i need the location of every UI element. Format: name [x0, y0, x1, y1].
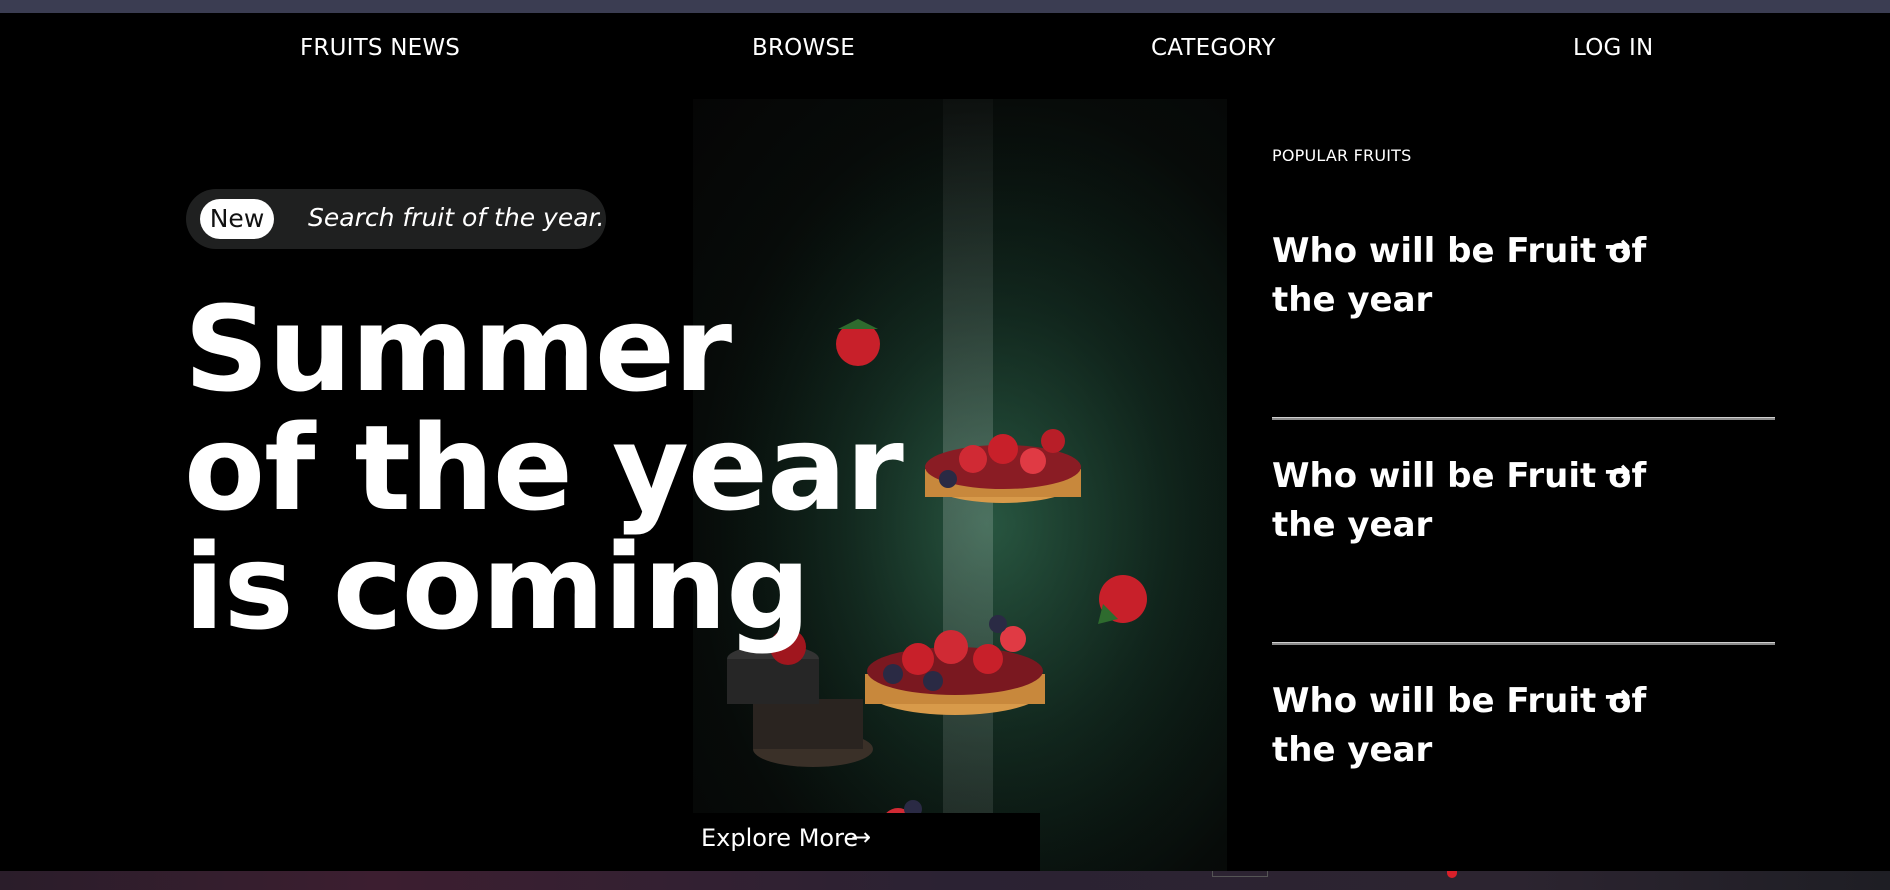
search-fruit-badge[interactable]: New Search fruit of the year. [186, 189, 606, 249]
nav-fruits-news[interactable]: FRUITS NEWS [300, 35, 460, 61]
explore-more-button[interactable]: Explore More → [693, 813, 1040, 871]
popular-fruit-title: Who will be Fruit of the year [1272, 456, 1647, 545]
divider [1272, 642, 1775, 645]
taskbar-app-icon[interactable] [1212, 871, 1268, 877]
main-navigation: FRUITS NEWS BROWSE CATEGORY LOG IN [0, 13, 1890, 88]
badge-text: Search fruit of the year. [308, 203, 605, 232]
arrow-right-icon: → [1604, 677, 1631, 715]
headline-line-3: is coming [184, 518, 811, 656]
hero-headline: Summer of the year is coming [184, 280, 904, 656]
popular-fruit-title: Who will be Fruit of the year [1272, 681, 1647, 770]
window-top-strip [0, 0, 1890, 13]
popular-fruit-item[interactable]: Who will be Fruit of the year → [1272, 452, 1775, 550]
nav-log-in[interactable]: LOG IN [1573, 35, 1653, 61]
popular-fruits-heading: POPULAR FRUITS [1272, 146, 1412, 165]
headline-line-2: of the year [184, 399, 904, 537]
popular-fruit-item[interactable]: Who will be Fruit of the year → [1272, 227, 1775, 325]
new-badge: New [200, 199, 274, 239]
arrow-right-icon: → [1604, 227, 1631, 265]
popular-fruit-title: Who will be Fruit of the year [1272, 231, 1647, 320]
nav-browse[interactable]: BROWSE [752, 35, 855, 61]
os-taskbar [0, 871, 1890, 890]
headline-line-1: Summer [184, 280, 732, 418]
divider [1272, 417, 1775, 420]
popular-fruit-item[interactable]: Who will be Fruit of the year → [1272, 677, 1775, 775]
arrow-right-icon: → [851, 823, 872, 851]
nav-category[interactable]: CATEGORY [1151, 35, 1276, 61]
explore-more-label: Explore More [701, 824, 859, 852]
notification-badge [1447, 871, 1457, 878]
arrow-right-icon: → [1604, 452, 1631, 490]
